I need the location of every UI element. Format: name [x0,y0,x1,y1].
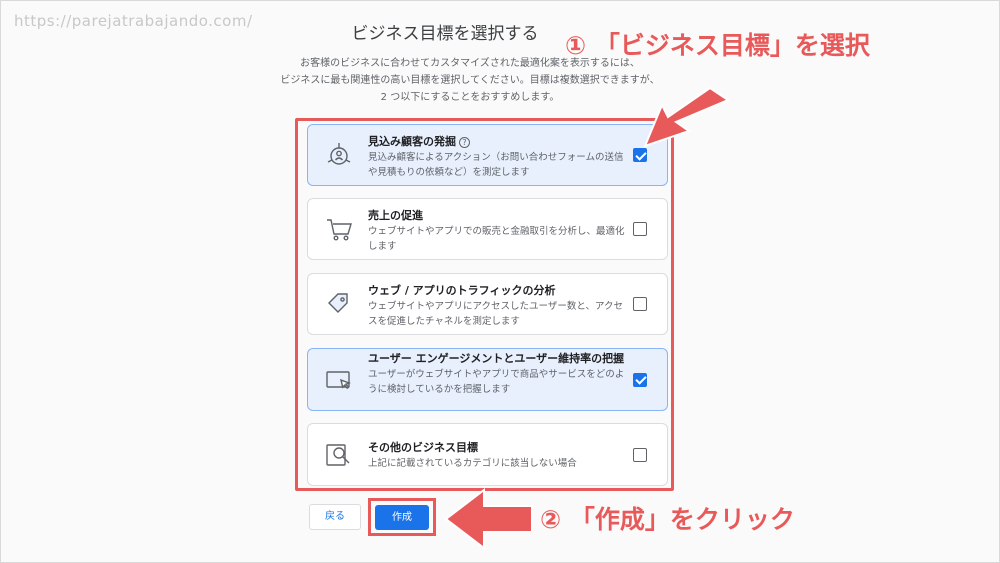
arrow-step2-icon [444,487,533,551]
